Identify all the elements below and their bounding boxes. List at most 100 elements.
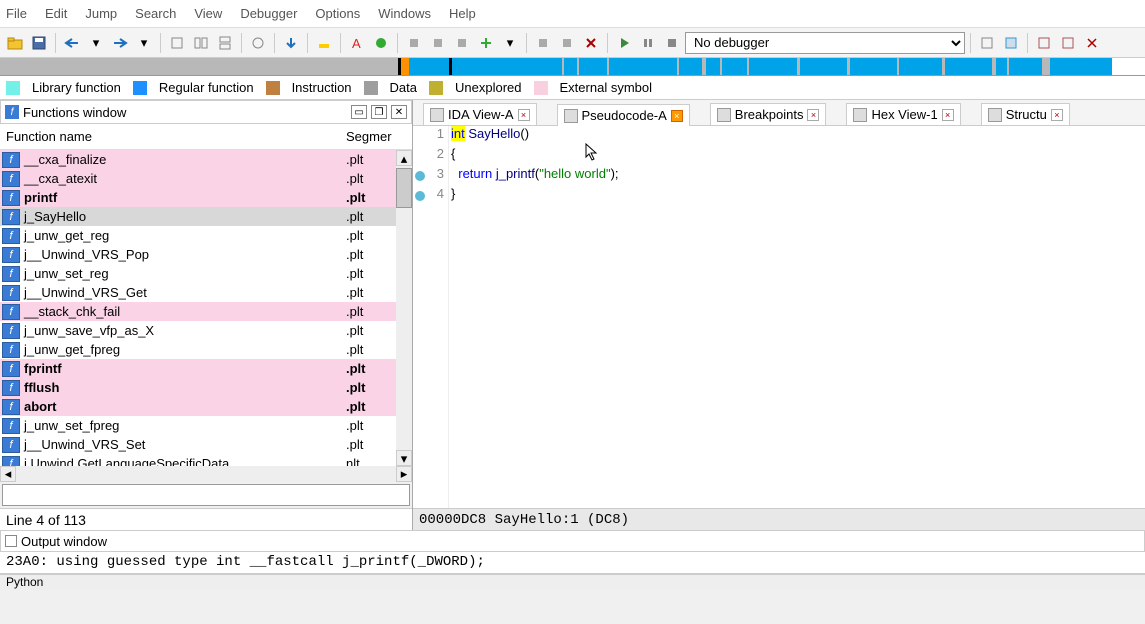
db-icon-2[interactable]	[427, 32, 449, 54]
function-row[interactable]: ffflush.plt	[0, 378, 412, 397]
menu-jump[interactable]: Jump	[85, 6, 117, 21]
menu-debugger[interactable]: Debugger	[240, 6, 297, 21]
menu-help[interactable]: Help	[449, 6, 476, 21]
tool-icon-1[interactable]	[166, 32, 188, 54]
function-row[interactable]: fj_unw_set_fpreg.plt	[0, 416, 412, 435]
play-icon[interactable]	[613, 32, 635, 54]
func-icon: f	[2, 285, 20, 301]
function-row[interactable]: fprintf.plt	[0, 188, 412, 207]
func-icon: f	[2, 361, 20, 377]
func-icon: f	[5, 105, 19, 119]
function-row[interactable]: fj_unw_get_fpreg.plt	[0, 340, 412, 359]
function-row[interactable]: ffprintf.plt	[0, 359, 412, 378]
col-segment[interactable]: Segmer	[342, 129, 412, 144]
menu-options[interactable]: Options	[315, 6, 360, 21]
function-row[interactable]: fabort.plt	[0, 397, 412, 416]
text-icon[interactable]: A	[346, 32, 368, 54]
function-row[interactable]: fj_unw_get_reg.plt	[0, 226, 412, 245]
scrollbar-vertical[interactable]: ▴ ▾	[396, 150, 412, 466]
legend-swatch-data	[364, 81, 378, 95]
functions-status: Line 4 of 113	[0, 508, 412, 530]
menu-windows[interactable]: Windows	[378, 6, 431, 21]
menu-view[interactable]: View	[194, 6, 222, 21]
pause-icon[interactable]	[637, 32, 659, 54]
stop-icon[interactable]	[661, 32, 683, 54]
tab-ida-view-a[interactable]: IDA View-A×	[423, 103, 537, 125]
tool-icon-2[interactable]	[190, 32, 212, 54]
functions-header: Function name Segmer	[0, 124, 412, 150]
menu-edit[interactable]: Edit	[45, 6, 67, 21]
legend-swatch-regular	[133, 81, 147, 95]
panel-minimize-icon[interactable]: ▭	[351, 105, 367, 119]
plus-icon[interactable]	[475, 32, 497, 54]
db-icon-3[interactable]	[451, 32, 473, 54]
tab-breakpoints[interactable]: Breakpoints×	[710, 103, 827, 125]
function-row[interactable]: f__stack_chk_fail.plt	[0, 302, 412, 321]
func-icon: f	[2, 247, 20, 263]
back-icon[interactable]	[61, 32, 83, 54]
tool-icon-end5[interactable]	[1081, 32, 1103, 54]
func-icon: f	[2, 418, 20, 434]
x-red-icon[interactable]	[580, 32, 602, 54]
function-row[interactable]: fj__Unwind_VRS_Set.plt	[0, 435, 412, 454]
panel-restore-icon[interactable]: ❐	[371, 105, 387, 119]
scrollbar-horizontal[interactable]: ◂▸	[0, 466, 412, 482]
save-icon[interactable]	[28, 32, 50, 54]
back-drop-icon[interactable]: ▾	[85, 32, 107, 54]
db-icon-4[interactable]	[532, 32, 554, 54]
tab-close-icon[interactable]: ×	[1051, 109, 1063, 121]
tab-hex-view-1[interactable]: Hex View-1×	[846, 103, 960, 125]
editor-tabs: IDA View-A× Pseudocode-A× Breakpoints× Hex …	[413, 100, 1145, 126]
toolbar: ▾ ▾ A ▾ No debugger	[0, 28, 1145, 58]
tool-icon-4[interactable]	[247, 32, 269, 54]
function-row[interactable]: fj__Unwind_VRS_Get.plt	[0, 283, 412, 302]
tool-icon-end4[interactable]	[1057, 32, 1079, 54]
legend-swatch-unexplored	[429, 81, 443, 95]
function-row[interactable]: fi Unwind GetLanguageSpecificData nlt	[0, 454, 412, 466]
code-view[interactable]: 1234 int SayHello(){ return j_printf("he…	[413, 126, 1145, 508]
legend-swatch-instruction	[266, 81, 280, 95]
drop-icon[interactable]: ▾	[499, 32, 521, 54]
debugger-select[interactable]: No debugger	[685, 32, 965, 54]
function-row[interactable]: fj_unw_set_reg.plt	[0, 264, 412, 283]
filter-input[interactable]	[2, 484, 410, 506]
tab-icon	[988, 108, 1002, 122]
highlight-icon[interactable]	[313, 32, 335, 54]
bottom-tab-python[interactable]: Python	[0, 574, 1145, 590]
tool-icon-3[interactable]	[214, 32, 236, 54]
down-arrow-icon[interactable]	[280, 32, 302, 54]
tab-icon	[430, 108, 444, 122]
db-icon-5[interactable]	[556, 32, 578, 54]
tab-close-icon[interactable]: ×	[671, 110, 683, 122]
function-row[interactable]: fj__Unwind_VRS_Pop.plt	[0, 245, 412, 264]
circle-green-icon[interactable]	[370, 32, 392, 54]
functions-list[interactable]: f__cxa_finalize.pltf__cxa_atexit.pltfpri…	[0, 150, 412, 466]
tab-close-icon[interactable]: ×	[942, 109, 954, 121]
function-row[interactable]: fj_unw_save_vfp_as_X.plt	[0, 321, 412, 340]
legend-swatch-library	[6, 81, 20, 95]
navigation-band[interactable]	[0, 58, 1145, 76]
tab-icon	[717, 108, 731, 122]
func-icon: f	[2, 437, 20, 453]
function-row[interactable]: f__cxa_atexit.plt	[0, 169, 412, 188]
forward-drop-icon[interactable]: ▾	[133, 32, 155, 54]
func-icon: f	[2, 171, 20, 187]
col-function-name[interactable]: Function name	[0, 129, 342, 144]
tool-icon-end3[interactable]	[1033, 32, 1055, 54]
function-row[interactable]: f__cxa_finalize.plt	[0, 150, 412, 169]
tool-icon-end2[interactable]	[1000, 32, 1022, 54]
tab-structu[interactable]: Structu×	[981, 103, 1070, 125]
func-icon: f	[2, 209, 20, 225]
forward-icon[interactable]	[109, 32, 131, 54]
open-icon[interactable]	[4, 32, 26, 54]
tab-icon	[564, 109, 578, 123]
tab-close-icon[interactable]: ×	[807, 109, 819, 121]
panel-close-icon[interactable]: ✕	[391, 105, 407, 119]
tab-close-icon[interactable]: ×	[518, 109, 530, 121]
menu-search[interactable]: Search	[135, 6, 176, 21]
function-row[interactable]: fj_SayHello.plt	[0, 207, 412, 226]
menu-file[interactable]: File	[6, 6, 27, 21]
db-icon-1[interactable]	[403, 32, 425, 54]
tab-pseudocode-a[interactable]: Pseudocode-A×	[557, 104, 690, 126]
tool-icon-end1[interactable]	[976, 32, 998, 54]
